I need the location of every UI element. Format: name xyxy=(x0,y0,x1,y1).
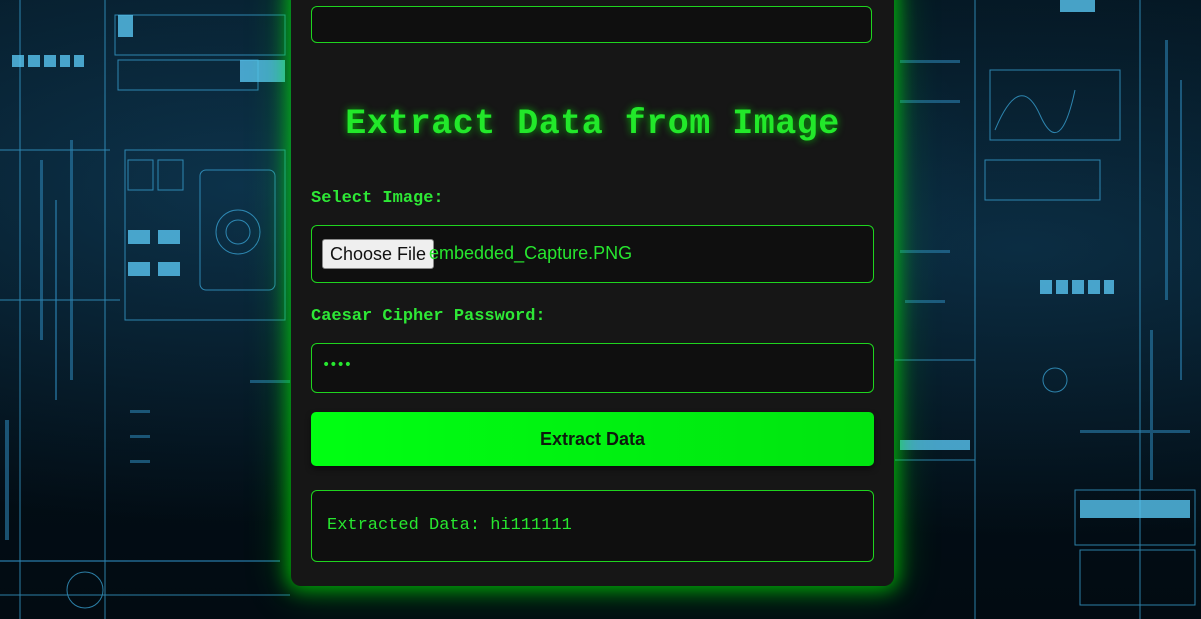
image-file-field[interactable]: Choose File embedded_Capture.PNG xyxy=(311,225,874,283)
extracted-data-output: Extracted Data: hi111111 xyxy=(311,490,874,562)
caesar-password-label: Caesar Cipher Password: xyxy=(311,307,546,326)
page-title: Extract Data from Image xyxy=(345,104,840,144)
selected-file-name: embedded_Capture.PNG xyxy=(429,243,633,263)
choose-file-button[interactable]: Choose File xyxy=(322,239,435,269)
extract-data-button[interactable]: Extract Data xyxy=(311,412,874,466)
extracted-data-text: Extracted Data: hi111111 xyxy=(327,516,572,535)
caesar-password-input[interactable]: •••• xyxy=(311,343,874,393)
select-image-label: Select Image: xyxy=(311,189,444,208)
password-masked-value: •••• xyxy=(322,357,352,373)
top-input-field[interactable] xyxy=(311,6,872,43)
